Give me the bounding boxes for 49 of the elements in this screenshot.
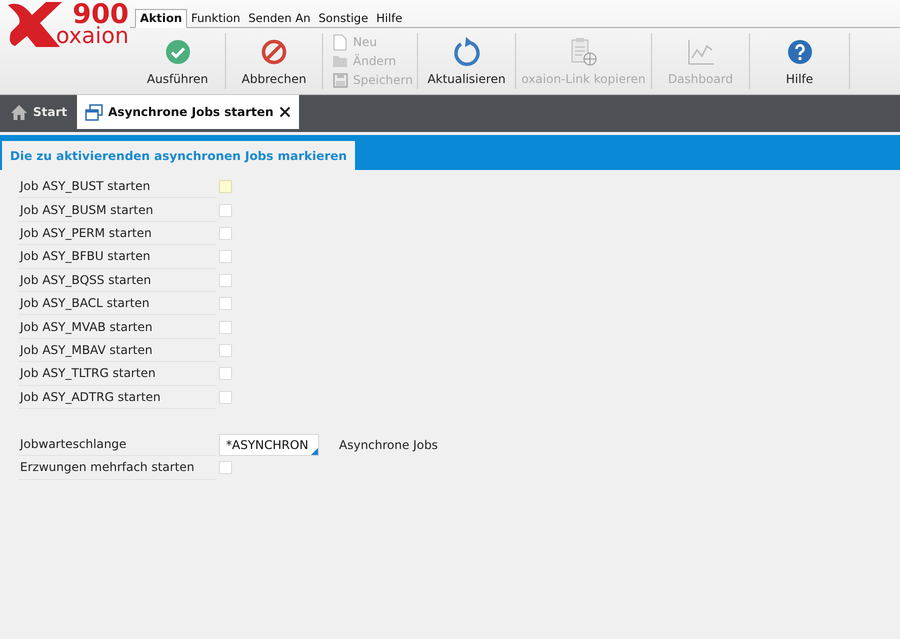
field-label: Job ASY_BFBU starten	[18, 245, 216, 269]
close-icon[interactable]	[278, 106, 291, 118]
toolbar-button[interactable]: Abbrechen	[225, 33, 322, 89]
checkbox[interactable]	[219, 180, 232, 194]
toolbar-button[interactable]: Ausführen	[130, 33, 225, 89]
checkbox[interactable]	[219, 204, 232, 217]
folder-icon	[332, 54, 348, 68]
checkbox[interactable]	[219, 226, 232, 240]
check-circle-icon	[164, 39, 190, 65]
help-icon	[786, 39, 812, 65]
field-label: Job ASY_BQSS starten	[18, 268, 216, 292]
checkbox[interactable]	[219, 320, 232, 334]
field-label: Job ASY_MBAV starten	[18, 338, 216, 362]
field-label: Job ASY_ADTRG starten	[18, 386, 216, 409]
checkbox[interactable]	[219, 367, 232, 380]
dropdown-corner-icon	[311, 448, 318, 455]
field-label: Job ASY_BUST starten	[18, 175, 216, 198]
clipboard-globe-icon	[570, 37, 598, 67]
logo-name: oxaion	[56, 26, 129, 48]
home-icon	[10, 104, 28, 120]
queue-field[interactable]: *ASYNCHRON	[219, 434, 319, 456]
menu-tab[interactable]: Hilfe	[372, 9, 406, 28]
field-label: Job ASY_BACL starten	[18, 292, 216, 316]
line-chart-icon	[686, 38, 714, 66]
checkbox[interactable]	[219, 461, 232, 474]
checkbox[interactable]	[219, 297, 232, 310]
menu-tab[interactable]: Sonstige	[314, 9, 372, 28]
field-label: Job ASY_TLTRG starten	[18, 362, 216, 386]
field-label: Erzwungen mehrfach starten	[18, 456, 216, 480]
menu-tab[interactable]: Funktion	[187, 9, 244, 28]
windows-icon	[85, 104, 104, 120]
menu-tab[interactable]: Aktion	[135, 9, 188, 28]
field-label: Jobwarteschlange	[18, 432, 216, 456]
toolbar-button[interactable]: Aktualisieren	[417, 33, 515, 89]
field-label: Job ASY_PERM starten	[18, 222, 216, 246]
toolbar-button[interactable]: Hilfe	[749, 33, 849, 89]
field-label: Job ASY_BUSM starten	[18, 198, 216, 222]
page-tab[interactable]: Asynchrone Jobs starten	[77, 95, 299, 129]
menu-tab[interactable]: Senden An	[244, 9, 314, 28]
document-icon	[333, 34, 347, 50]
queue-description: Asynchrone Jobs	[339, 436, 438, 454]
checkbox[interactable]	[219, 250, 232, 264]
field-label: Job ASY_MVAB starten	[18, 315, 216, 339]
page-tab[interactable]: Start	[2, 95, 76, 129]
prohibited-icon	[261, 39, 287, 65]
refresh-icon	[452, 36, 482, 68]
checkbox[interactable]	[219, 344, 232, 357]
checkbox[interactable]	[219, 390, 232, 404]
checkbox[interactable]	[219, 274, 232, 287]
